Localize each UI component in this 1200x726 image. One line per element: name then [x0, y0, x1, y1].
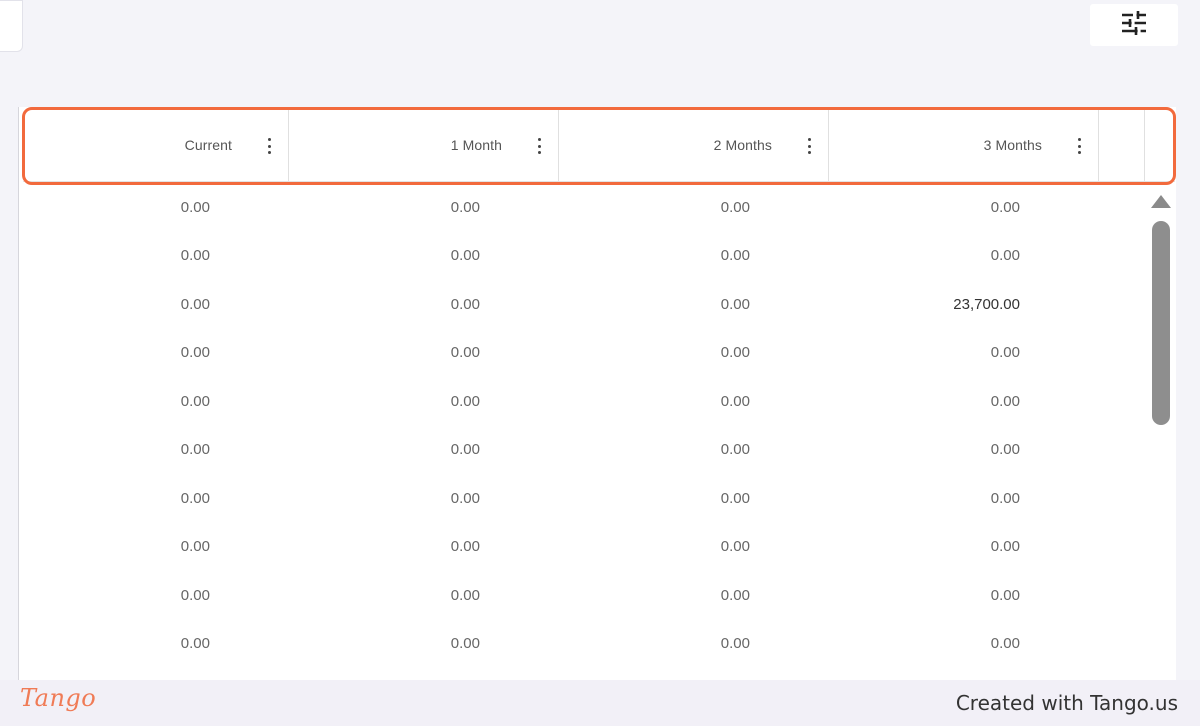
table-row[interactable]: 0.00 0.00 0.00 0.00 [23, 523, 1147, 572]
table-cell[interactable]: 0.00 [829, 538, 1099, 555]
scroll-up-arrow-icon[interactable] [1151, 195, 1171, 208]
table-row[interactable]: 0.00 0.00 0.00 0.00 [23, 183, 1147, 232]
table-cell[interactable]: 0.00 [289, 199, 559, 216]
footer-bar: Tango Created with Tango.us [0, 680, 1200, 726]
table-cell[interactable]: 0.00 [289, 635, 559, 652]
created-with-text: Created with Tango.us [955, 691, 1178, 715]
table-cell[interactable]: 0.00 [559, 490, 829, 507]
column-header-empty[interactable] [1099, 109, 1145, 181]
table-cell[interactable]: 0.00 [289, 490, 559, 507]
table-cell[interactable]: 0.00 [559, 635, 829, 652]
table-cell[interactable]: 0.00 [829, 490, 1099, 507]
table-header: Current 1 Month 2 Months 3 Months [23, 109, 1175, 182]
table-cell[interactable]: 0.00 [559, 247, 829, 264]
table-cell[interactable]: 0.00 [559, 199, 829, 216]
kebab-menu-icon[interactable] [265, 138, 273, 154]
column-header-label: 1 Month [450, 137, 502, 153]
table-cell[interactable]: 0.00 [829, 635, 1099, 652]
table-cell[interactable]: 0.00 [23, 490, 289, 507]
table-cell[interactable]: 0.00 [559, 538, 829, 555]
table-body: 0.00 0.00 0.00 0.00 0.00 0.00 0.00 0.00 … [23, 183, 1147, 668]
table-cell[interactable]: 0.00 [829, 393, 1099, 410]
table-cell[interactable]: 0.00 [23, 538, 289, 555]
table-row[interactable]: 0.00 0.00 0.00 0.00 [23, 620, 1147, 669]
table-cell[interactable]: 0.00 [559, 393, 829, 410]
table-cell[interactable]: 0.00 [559, 296, 829, 313]
column-header-2-months[interactable]: 2 Months [559, 109, 829, 181]
table-cell[interactable]: 0.00 [23, 587, 289, 604]
column-header-label: 2 Months [713, 137, 772, 153]
table-row[interactable]: 0.00 0.00 0.00 0.00 [23, 474, 1147, 523]
table-row[interactable]: 0.00 0.00 0.00 0.00 [23, 232, 1147, 281]
tango-logo: Tango [20, 684, 97, 712]
table-cell[interactable]: 0.00 [289, 538, 559, 555]
table-row[interactable]: 0.00 0.00 0.00 0.00 [23, 426, 1147, 475]
aging-table: Current 1 Month 2 Months 3 Months 0.00 0… [18, 107, 1176, 680]
table-cell[interactable]: 0.00 [23, 393, 289, 410]
table-row[interactable]: 0.00 0.00 0.00 0.00 [23, 571, 1147, 620]
column-header-spacer [1145, 109, 1175, 181]
table-cell[interactable]: 0.00 [829, 247, 1099, 264]
table-cell[interactable]: 0.00 [289, 441, 559, 458]
column-header-1-month[interactable]: 1 Month [289, 109, 559, 181]
table-cell[interactable]: 0.00 [289, 247, 559, 264]
tune-sliders-icon [1120, 10, 1148, 41]
column-settings-button[interactable] [1090, 4, 1178, 46]
table-row[interactable]: 0.00 0.00 0.00 0.00 [23, 377, 1147, 426]
table-cell[interactable]: 0.00 [559, 344, 829, 361]
table-cell[interactable]: 0.00 [23, 635, 289, 652]
kebab-menu-icon[interactable] [1075, 138, 1083, 154]
table-cell[interactable]: 0.00 [289, 587, 559, 604]
table-cell[interactable]: 0.00 [829, 587, 1099, 604]
table-cell[interactable]: 23,700.00 [829, 296, 1099, 313]
table-cell[interactable]: 0.00 [23, 344, 289, 361]
table-row[interactable]: 0.00 0.00 0.00 23,700.00 [23, 280, 1147, 329]
column-header-3-months[interactable]: 3 Months [829, 109, 1099, 181]
table-cell[interactable]: 0.00 [559, 587, 829, 604]
column-header-label: 3 Months [983, 137, 1042, 153]
kebab-menu-icon[interactable] [535, 138, 543, 154]
table-cell[interactable]: 0.00 [23, 247, 289, 264]
scroll-thumb[interactable] [1152, 221, 1170, 425]
table-row[interactable]: 0.00 0.00 0.00 0.00 [23, 329, 1147, 378]
vertical-scrollbar[interactable] [1148, 183, 1176, 680]
table-cell[interactable]: 0.00 [289, 393, 559, 410]
left-panel-edge [0, 0, 23, 52]
table-cell[interactable]: 0.00 [559, 441, 829, 458]
table-cell[interactable]: 0.00 [289, 344, 559, 361]
column-header-current[interactable]: Current [23, 109, 289, 181]
table-cell[interactable]: 0.00 [829, 199, 1099, 216]
kebab-menu-icon[interactable] [805, 138, 813, 154]
table-cell[interactable]: 0.00 [289, 296, 559, 313]
table-cell[interactable]: 0.00 [829, 344, 1099, 361]
table-cell[interactable]: 0.00 [829, 441, 1099, 458]
table-cell[interactable]: 0.00 [23, 199, 289, 216]
table-cell[interactable]: 0.00 [23, 441, 289, 458]
table-cell[interactable]: 0.00 [23, 296, 289, 313]
column-header-label: Current [184, 137, 232, 153]
